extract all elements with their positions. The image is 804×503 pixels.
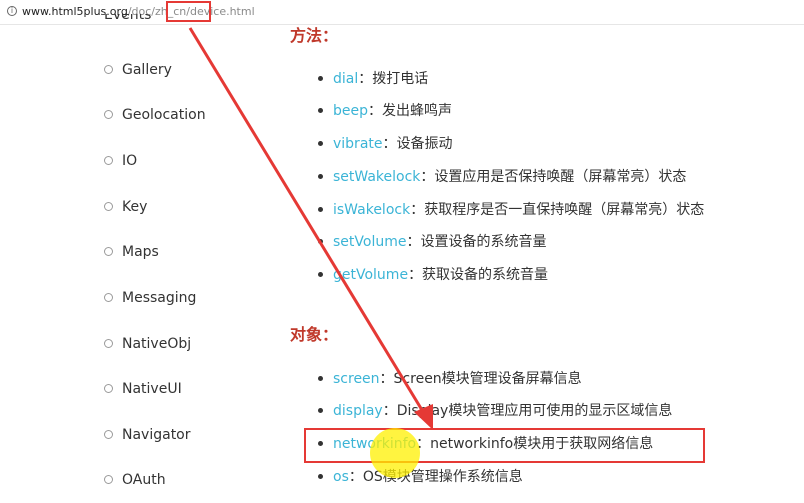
sidebar-item-label: Events (104, 14, 152, 23)
objects-heading: 对象： (290, 325, 339, 344)
sidebar-item-key[interactable]: Key (104, 196, 147, 218)
object-item-networkinfo: networkinfo：networkinfo模块用于获取网络信息 (318, 434, 653, 454)
bullet-icon (318, 206, 323, 212)
bullet-icon (104, 338, 113, 348)
method-item-vibrate: vibrate：设备振动 (318, 134, 453, 154)
bullet-icon (318, 107, 323, 113)
object-item-screen: screen：Screen模块管理设备屏幕信息 (318, 369, 582, 389)
bullet-icon (104, 429, 113, 439)
object-link[interactable]: networkinfo (333, 436, 416, 452)
method-desc: ：获取设备的系统音量 (408, 267, 549, 283)
method-item-setvolume: setVolume：设置设备的系统音量 (318, 232, 546, 252)
sidebar-item-label: Gallery (122, 62, 172, 78)
bullet-icon (104, 201, 113, 211)
method-link[interactable]: setWakelock (333, 169, 420, 185)
bullet-icon (318, 140, 323, 146)
bullet-icon (104, 246, 113, 256)
object-desc: ：networkinfo模块用于获取网络信息 (416, 436, 654, 452)
sidebar-item-events[interactable]: Events (104, 14, 151, 26)
object-desc: ：Display模块管理应用可使用的显示区域信息 (382, 403, 673, 419)
sidebar-item-oauth[interactable]: OAuth (104, 469, 166, 491)
bullet-icon (104, 292, 113, 302)
method-item-setwakelock: setWakelock：设置应用是否保持唤醒（屏幕常亮）状态 (318, 167, 686, 187)
object-item-os: os：OS模块管理操作系统信息 (318, 467, 523, 487)
sidebar-item-nativeui[interactable]: NativeUI (104, 378, 182, 400)
sidebar-nav: Events Gallery Geolocation IO Key Maps M… (0, 0, 260, 503)
method-desc: ：获取程序是否一直保持唤醒（屏幕常亮）状态 (410, 202, 705, 218)
sidebar-item-label: OAuth (122, 472, 166, 488)
object-desc: ：OS模块管理操作系统信息 (348, 469, 523, 485)
method-item-beep: beep：发出蜂鸣声 (318, 101, 452, 121)
bullet-icon (318, 407, 323, 413)
sidebar-item-nativeobj[interactable]: NativeObj (104, 333, 191, 355)
sidebar-item-label: Geolocation (122, 107, 206, 123)
sidebar-item-maps[interactable]: Maps (104, 241, 159, 263)
method-item-getvolume: getVolume：获取设备的系统音量 (318, 265, 548, 285)
method-link[interactable]: dial (333, 71, 358, 87)
method-item-iswakelock: isWakelock：获取程序是否一直保持唤醒（屏幕常亮）状态 (318, 200, 704, 220)
sidebar-item-geolocation[interactable]: Geolocation (104, 104, 206, 126)
method-desc: ：设备振动 (382, 136, 453, 152)
bullet-icon (318, 375, 323, 381)
sidebar-item-io[interactable]: IO (104, 150, 137, 172)
method-item-dial: dial：拨打电话 (318, 69, 428, 89)
method-link[interactable]: getVolume (333, 267, 408, 283)
bullet-icon (318, 473, 323, 479)
methods-heading: 方法： (290, 26, 339, 45)
object-link[interactable]: os (333, 469, 349, 485)
bullet-icon (104, 64, 113, 74)
method-desc: ：设置设备的系统音量 (406, 234, 547, 250)
bullet-icon (104, 474, 113, 484)
sidebar-item-label: Messaging (122, 290, 197, 306)
object-item-display: display：Display模块管理应用可使用的显示区域信息 (318, 401, 672, 421)
bullet-icon (104, 155, 113, 165)
method-desc: ：拨打电话 (358, 71, 429, 87)
bullet-icon (318, 173, 323, 179)
method-link[interactable]: beep (333, 103, 368, 119)
sidebar-item-gallery[interactable]: Gallery (104, 59, 172, 81)
method-link[interactable]: isWakelock (333, 202, 410, 218)
bullet-icon (104, 109, 113, 119)
sidebar-item-label: NativeObj (122, 336, 192, 352)
sidebar-item-label: NativeUI (122, 381, 182, 397)
bullet-icon (318, 238, 323, 244)
bullet-icon (318, 271, 323, 277)
method-desc: ：发出蜂鸣声 (368, 103, 452, 119)
bullet-icon (104, 383, 113, 393)
sidebar-item-label: IO (122, 153, 138, 169)
sidebar-item-messaging[interactable]: Messaging (104, 287, 196, 309)
sidebar-item-navigator[interactable]: Navigator (104, 424, 191, 446)
sidebar-item-label: Key (122, 199, 148, 215)
sidebar-item-label: Navigator (122, 427, 191, 443)
sidebar-item-label: Maps (122, 244, 159, 260)
bullet-icon (318, 75, 323, 81)
object-desc: ：Screen模块管理设备屏幕信息 (379, 371, 582, 387)
method-link[interactable]: vibrate (333, 136, 383, 152)
object-link[interactable]: display (333, 403, 383, 419)
bullet-icon (318, 440, 323, 446)
object-link[interactable]: screen (333, 371, 380, 387)
method-link[interactable]: setVolume (333, 234, 406, 250)
method-desc: ：设置应用是否保持唤醒（屏幕常亮）状态 (420, 169, 687, 185)
